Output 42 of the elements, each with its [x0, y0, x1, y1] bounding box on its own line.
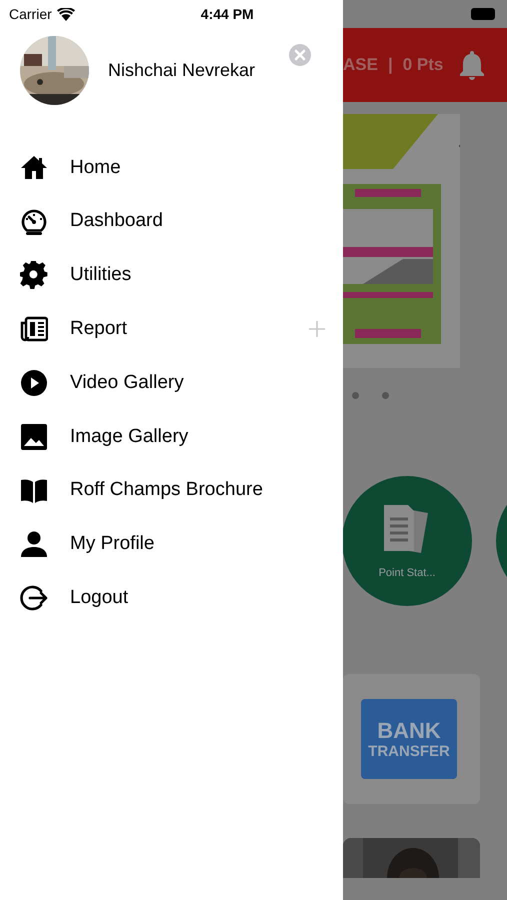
user-name: Nishchai Nevrekar [108, 58, 256, 82]
home-icon [20, 154, 48, 182]
menu-label: Image Gallery [70, 424, 190, 449]
close-icon[interactable] [289, 44, 312, 66]
person-icon [20, 530, 48, 558]
menu-label: Home [70, 156, 122, 180]
header-separator: | [388, 54, 393, 76]
menu-item[interactable]: Home [0, 141, 343, 195]
menu-label: Dashboard [70, 209, 164, 234]
menu-item[interactable]: Video Gallery [0, 356, 343, 410]
bell-icon[interactable] [459, 50, 486, 80]
logo-text: BANK [377, 720, 441, 742]
newspaper-icon [20, 315, 48, 344]
menu-item[interactable]: Report [0, 302, 343, 356]
shortcut-button[interactable]: Point Stat... [342, 476, 472, 606]
shortcut-label: Point Stat... [378, 566, 436, 581]
logout-icon [20, 584, 48, 612]
book-icon [20, 476, 48, 505]
menu-item[interactable]: Logout [0, 571, 343, 626]
menu-label: Roff Champs Brochure [70, 478, 264, 502]
menu-item[interactable]: My Profile [0, 518, 343, 572]
expand-icon[interactable] [309, 321, 325, 338]
menu-label: Utilities [70, 263, 132, 288]
points-text: 0 Pts [402, 54, 444, 76]
header-title: ASE [343, 54, 378, 76]
menu-item[interactable]: Roff Champs Brochure [0, 464, 343, 518]
status-time: 4:44 PM [200, 4, 254, 24]
menu-item[interactable]: Utilities [0, 248, 343, 302]
settings-icon [20, 261, 48, 290]
menu-item[interactable]: Dashboard [0, 194, 343, 249]
logo-text: TRANSFER [368, 744, 450, 758]
menu-label: Report [70, 317, 128, 342]
play-icon [20, 369, 48, 398]
image-icon [20, 422, 48, 451]
carrier-text: Carrier [9, 4, 52, 24]
menu-item[interactable]: Image Gallery [0, 410, 343, 464]
menu-label: Video Gallery [70, 370, 185, 395]
battery-icon [471, 8, 497, 20]
menu-label: Logout [70, 586, 130, 610]
menu-label: My Profile [70, 532, 156, 556]
wifi-icon [56, 8, 75, 20]
speedometer-icon [20, 208, 48, 236]
